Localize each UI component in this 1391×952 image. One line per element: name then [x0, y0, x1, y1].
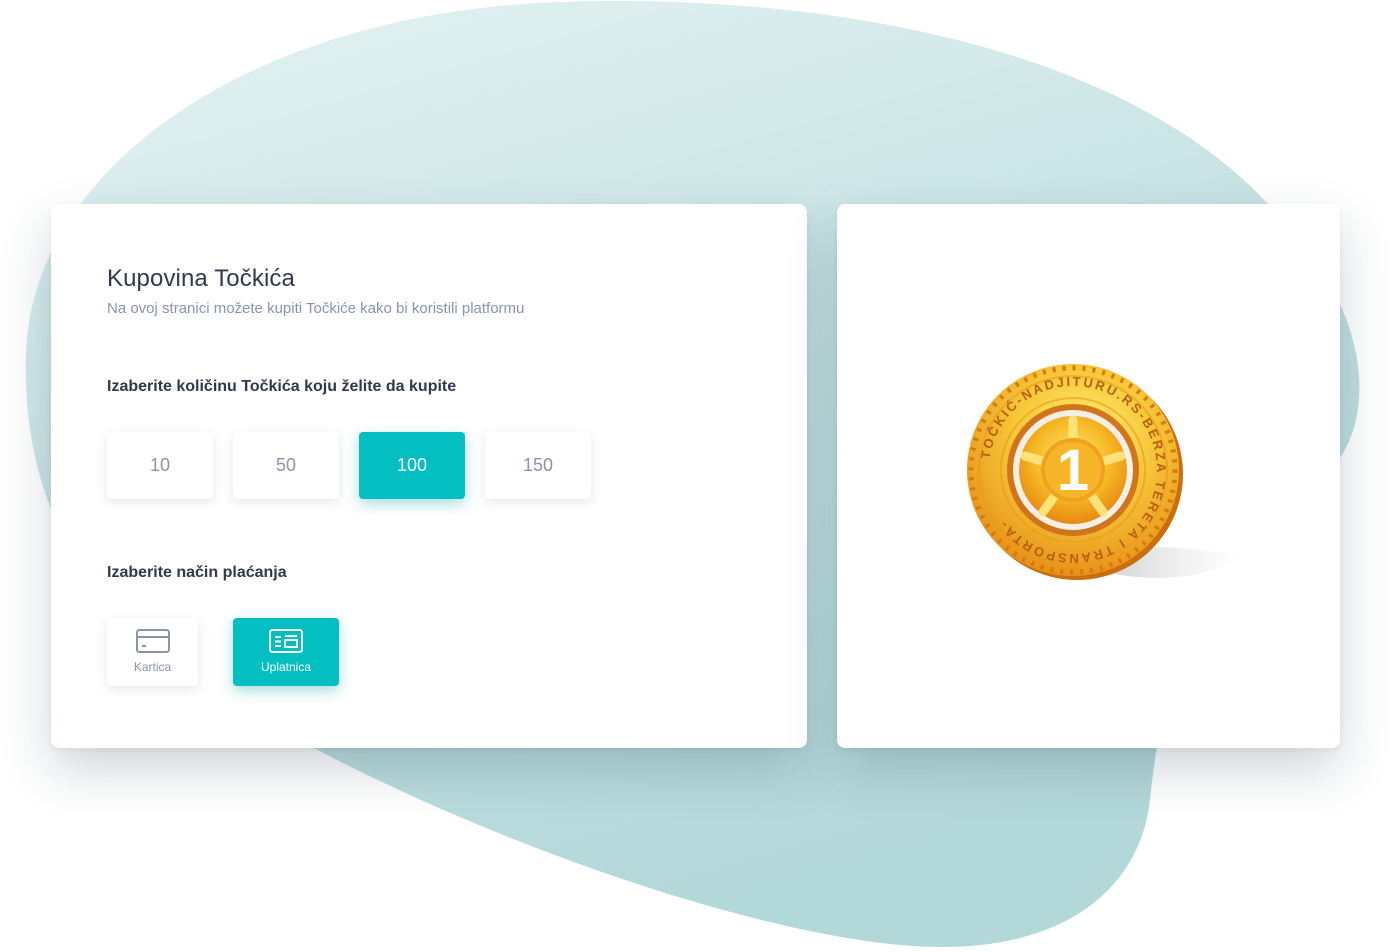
amount-option-100[interactable]: 100 — [359, 432, 465, 499]
page-title: Kupovina Točkića — [107, 265, 295, 292]
payment-option-card[interactable]: Kartica — [107, 618, 198, 686]
payment-section-label: Izaberite način plaćanja — [107, 564, 287, 581]
amount-option-10[interactable]: 10 — [107, 432, 213, 499]
payment-option-card-label: Kartica — [133, 660, 172, 674]
coin-card: TOČKIĆ-NADJITURU.RS-BERZA TERETA I TRANS… — [837, 204, 1340, 748]
payment-option-slip-label: Uplatnica — [260, 660, 312, 674]
credit-card-icon — [135, 629, 170, 653]
amount-option-50[interactable]: 50 — [233, 432, 339, 499]
payment-slip-icon — [269, 629, 303, 653]
page-subtitle: Na ovoj stranici možete kupiti Točkiće k… — [107, 300, 525, 317]
amount-option-150[interactable]: 150 — [485, 432, 591, 499]
purchase-card: Kupovina Točkića Na ovoj stranici možete… — [51, 204, 807, 748]
coin-illustration: TOČKIĆ-NADJITURU.RS-BERZA TERETA I TRANS… — [963, 364, 1253, 604]
amount-section-label: Izaberite količinu Točkića koju želite d… — [107, 378, 457, 395]
payment-option-slip[interactable]: Uplatnica — [233, 618, 339, 686]
coin-number: 1 — [1057, 438, 1089, 503]
